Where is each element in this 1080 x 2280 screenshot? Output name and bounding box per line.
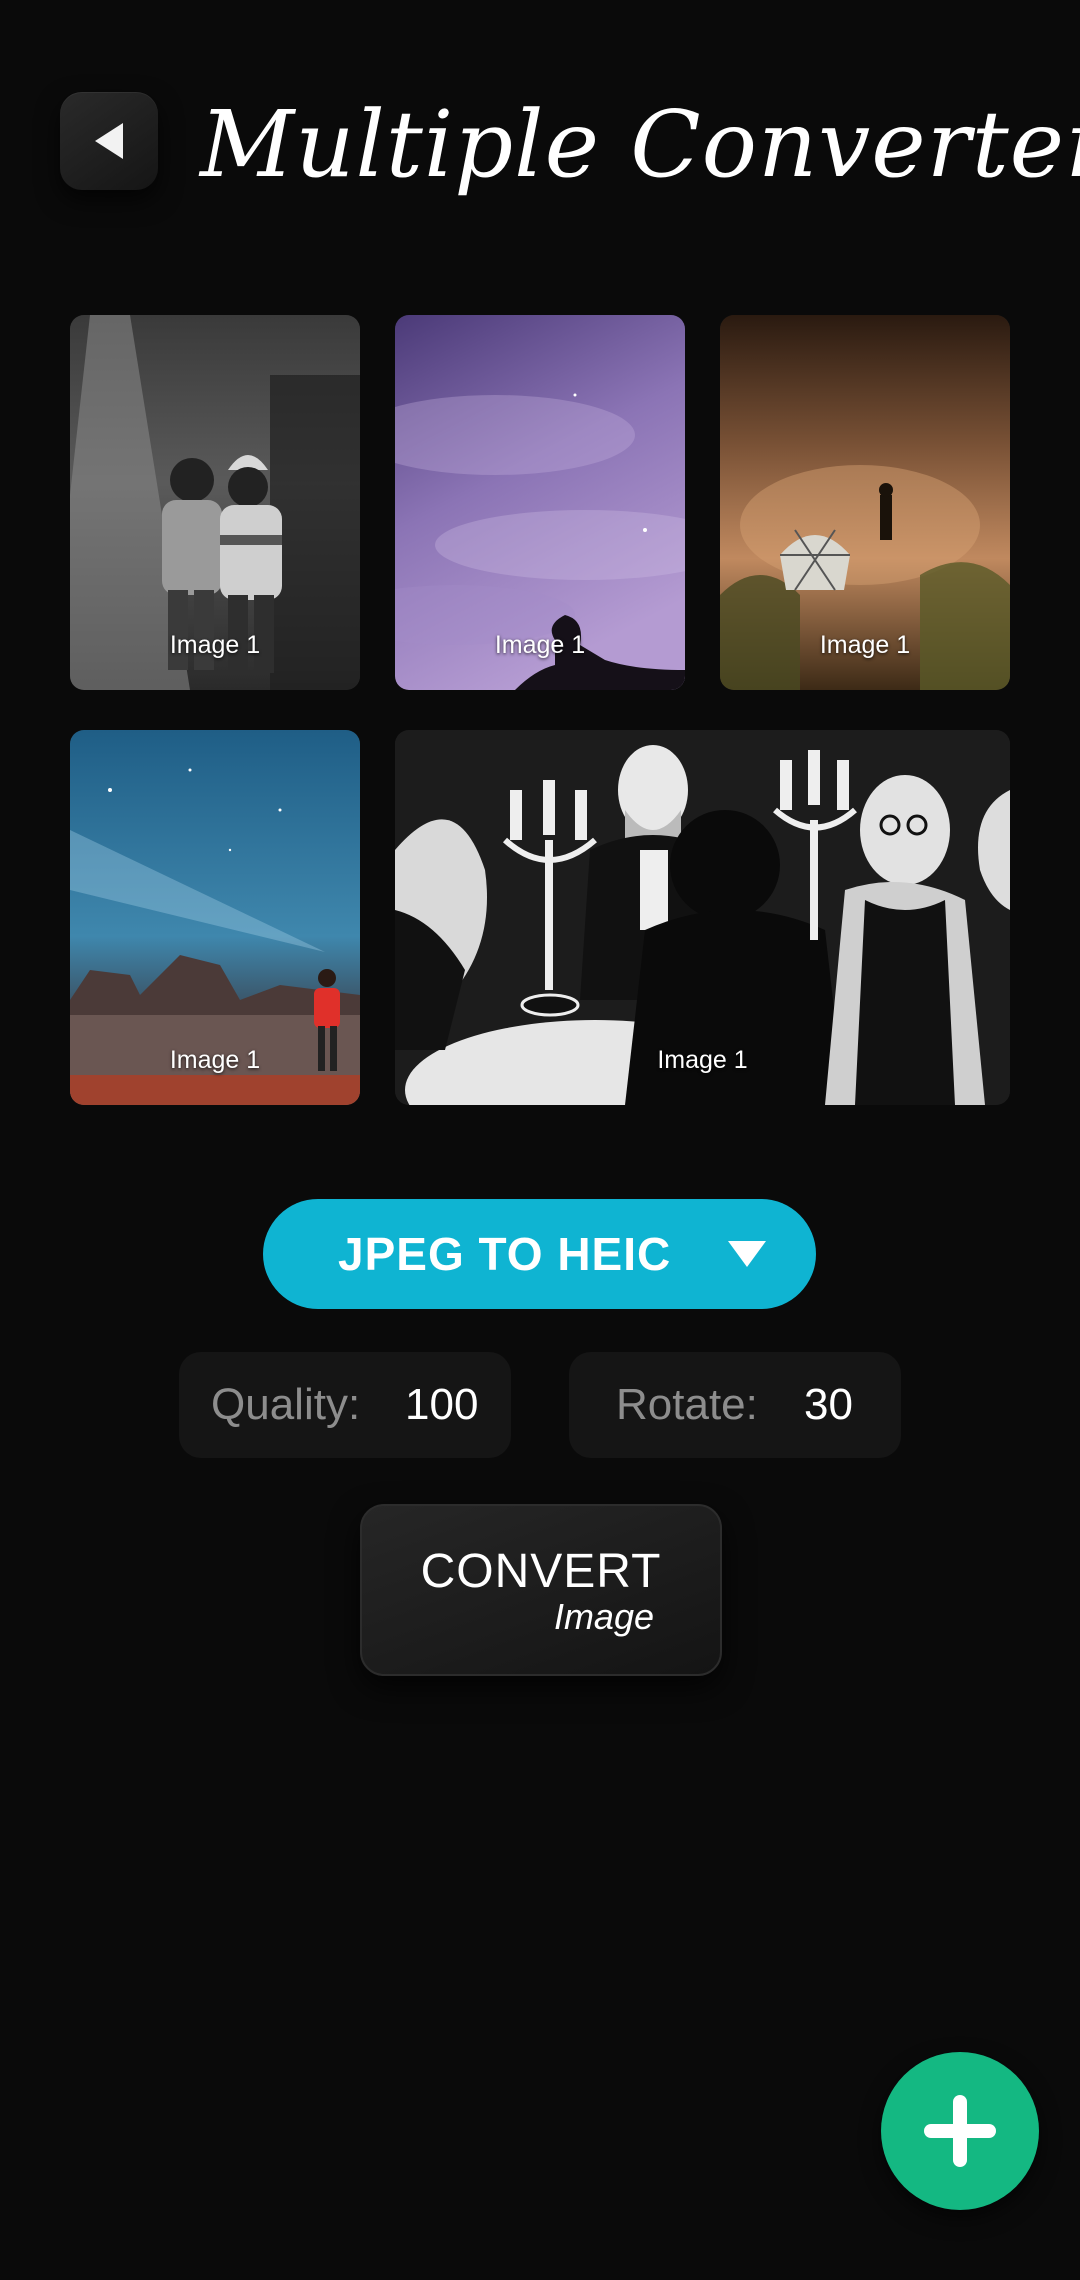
screen: Multiple Converter Image 1 Image 1 Image…	[0, 0, 1080, 2280]
image-label: Image 1	[657, 1046, 748, 1074]
back-button[interactable]	[60, 92, 158, 190]
image-thumbnail-3[interactable]: Image 1	[720, 315, 1010, 690]
format-label: JPEG TO HEIC	[338, 1228, 672, 1280]
page-title: Multiple Converter	[200, 91, 1080, 198]
back-arrow-icon	[95, 123, 123, 159]
convert-label: CONVERT	[420, 1545, 662, 1598]
image-thumbnail-2[interactable]: Image 1	[395, 315, 685, 690]
add-image-button[interactable]	[881, 2052, 1039, 2210]
image-thumbnail-1[interactable]: Image 1	[70, 315, 360, 690]
rotate-value[interactable]: 30	[804, 1352, 853, 1458]
plus-icon	[924, 2095, 996, 2167]
caret-down-icon	[728, 1241, 766, 1267]
quality-field[interactable]: Quality: 100	[179, 1352, 511, 1458]
rotate-label: Rotate:	[616, 1380, 758, 1429]
image-label: Image 1	[169, 631, 261, 659]
image-thumbnail-4[interactable]: Image 1	[70, 730, 360, 1105]
image-label: Image 1	[169, 1046, 261, 1074]
quality-value[interactable]: 100	[405, 1352, 478, 1458]
format-dropdown[interactable]: JPEG TO HEIC	[263, 1199, 816, 1309]
image-thumbnail-5[interactable]: Image 1	[395, 730, 1010, 1105]
quality-label: Quality:	[211, 1380, 361, 1429]
convert-button[interactable]: CONVERT Image	[360, 1504, 722, 1676]
image-label: Image 1	[819, 631, 911, 659]
convert-sublabel: Image	[553, 1596, 654, 1637]
image-label: Image 1	[494, 631, 586, 659]
rotate-field[interactable]: Rotate: 30	[569, 1352, 901, 1458]
